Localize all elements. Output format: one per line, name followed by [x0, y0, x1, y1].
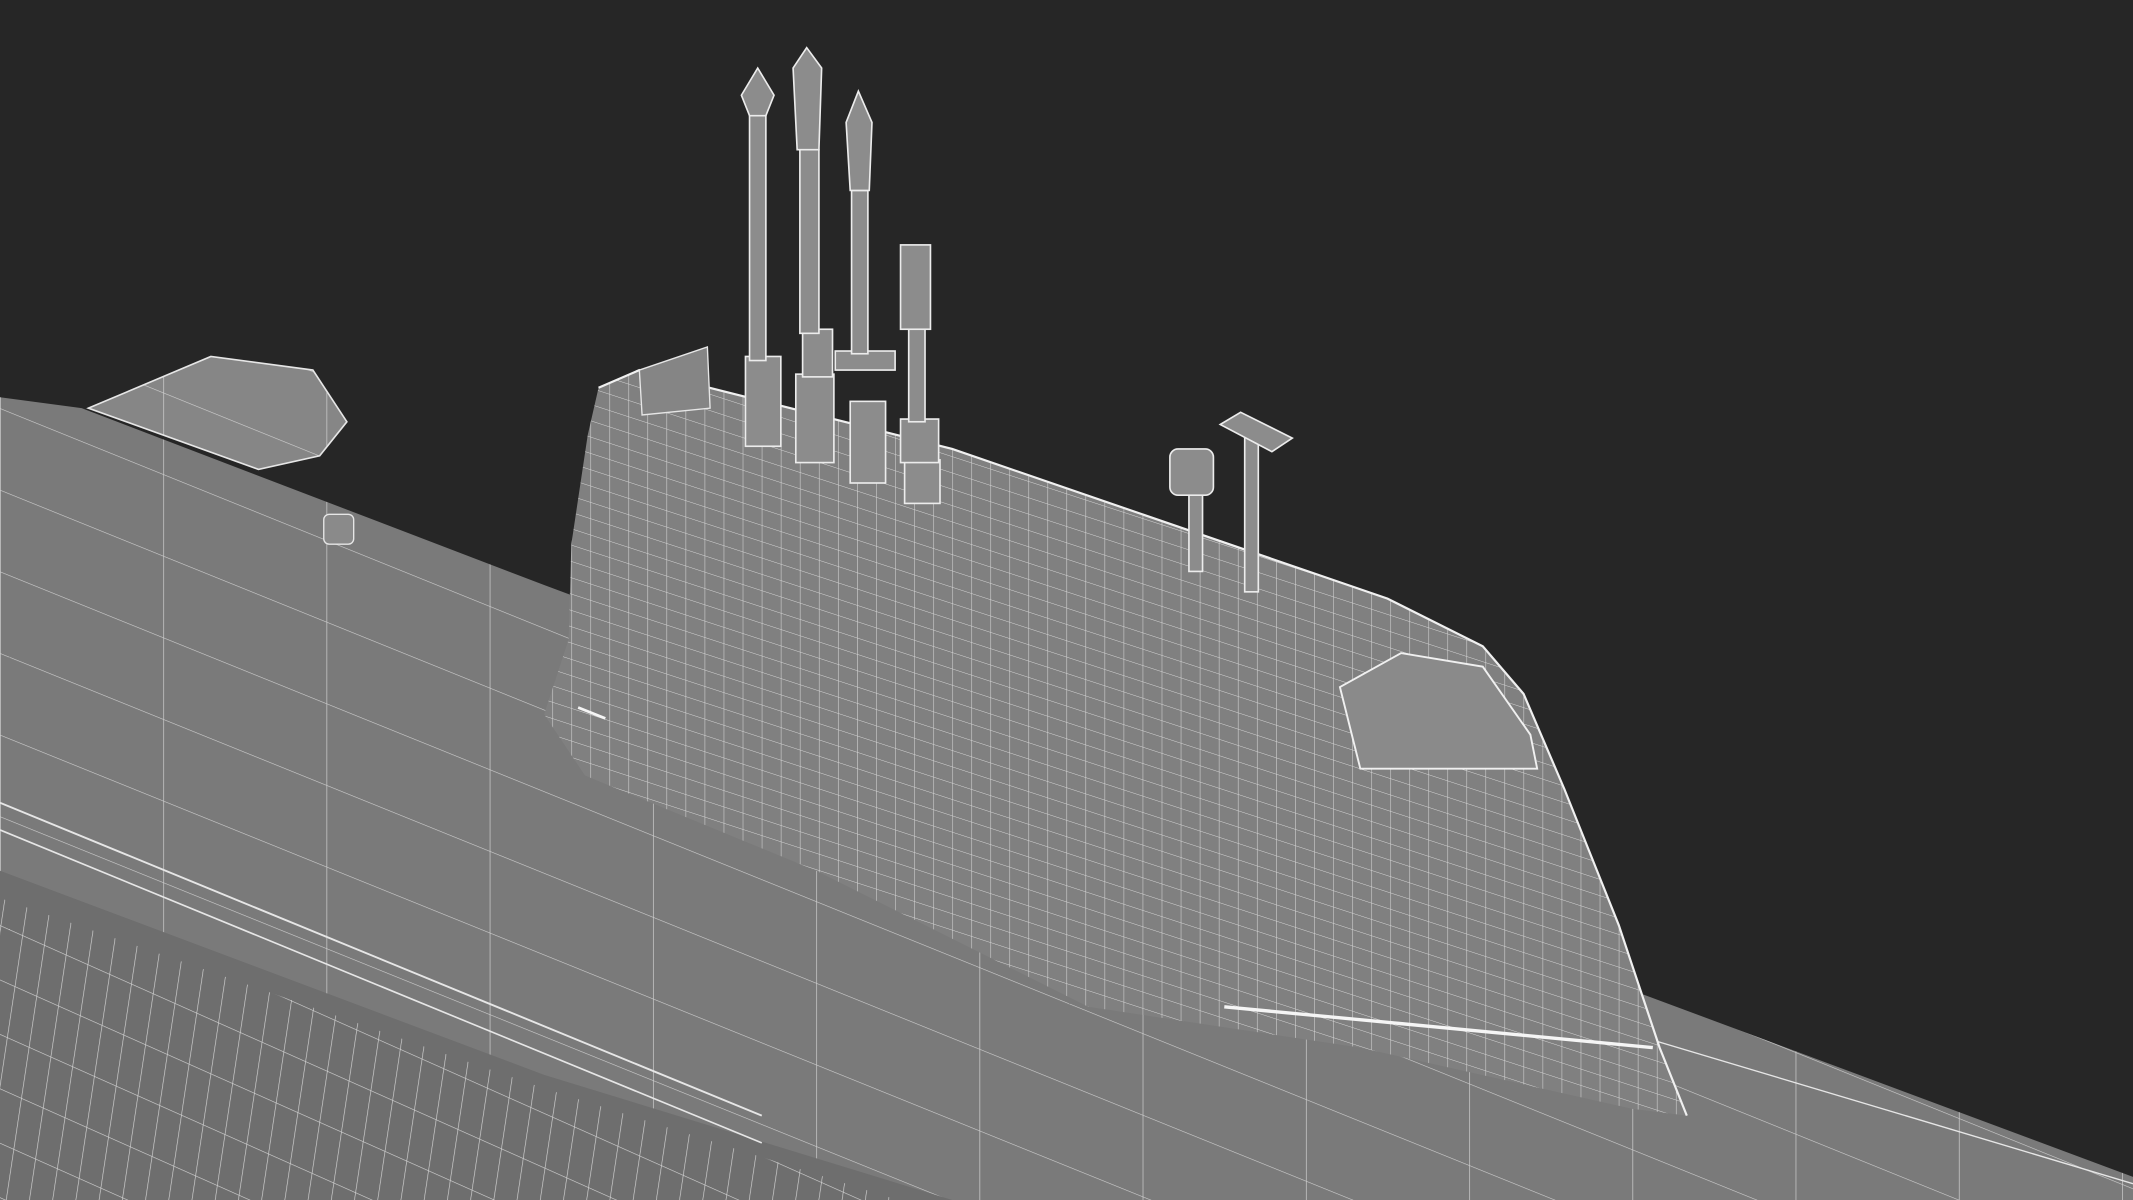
wireframe-viewport[interactable] [0, 0, 2133, 1200]
hull-fitting [323, 513, 355, 545]
